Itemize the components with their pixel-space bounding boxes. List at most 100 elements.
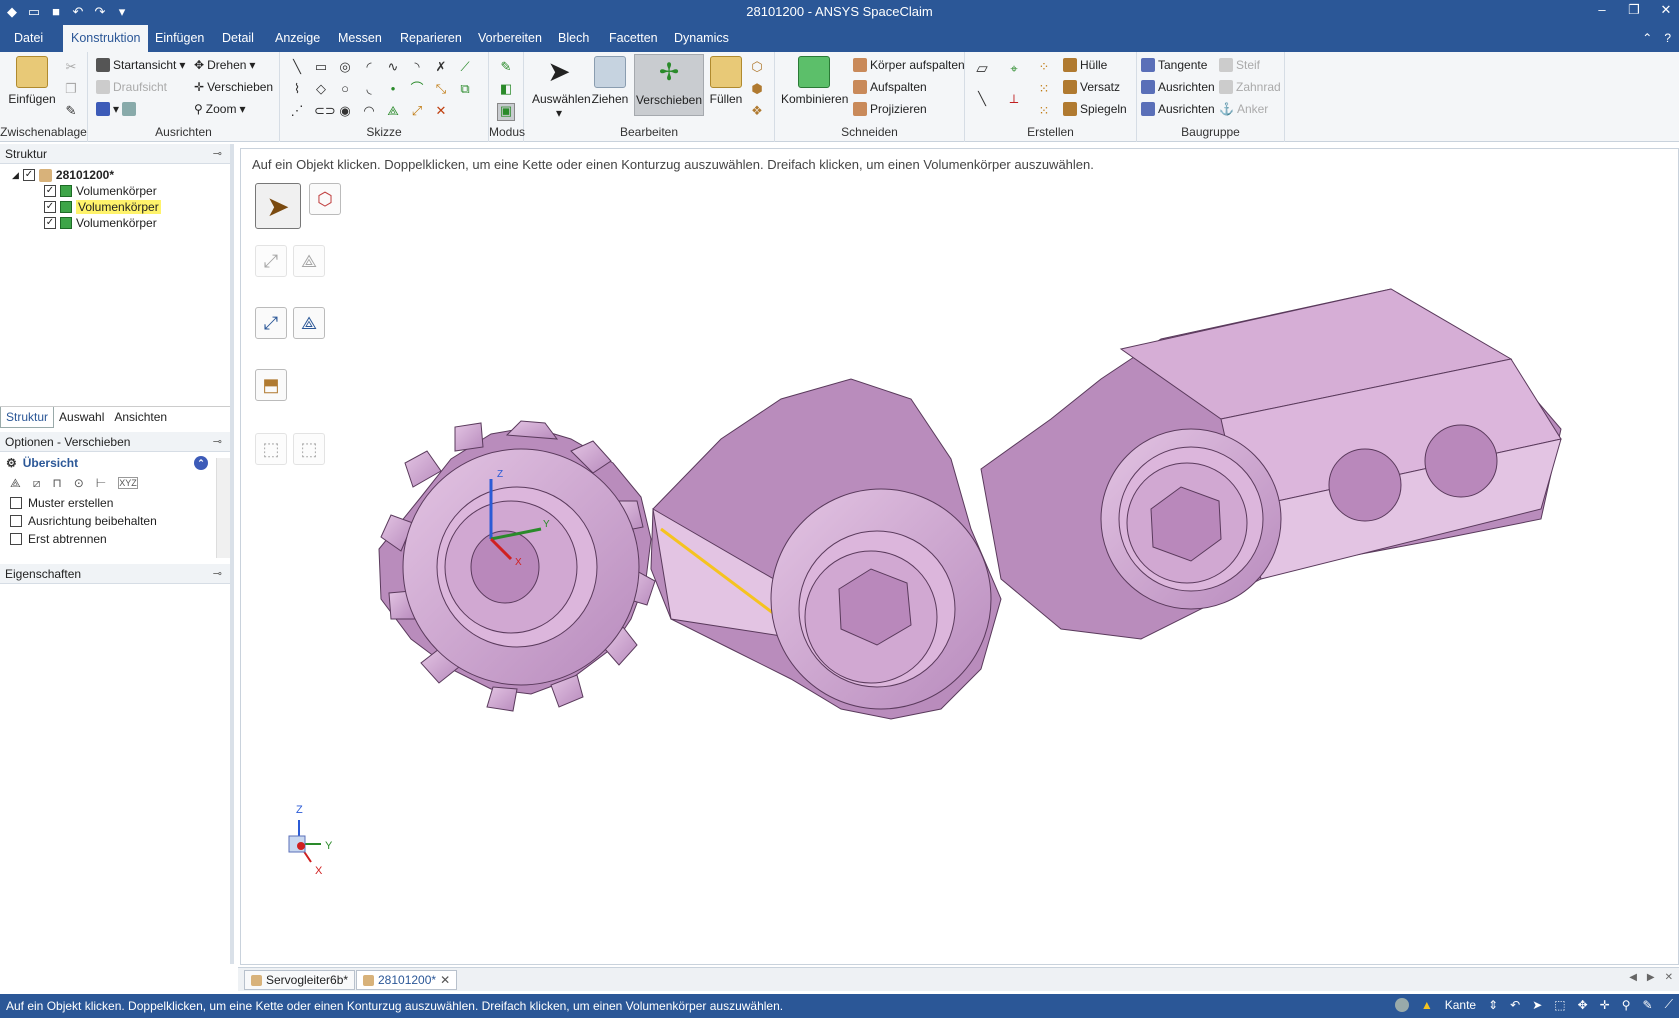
option-create-pattern[interactable]: Muster erstellen bbox=[0, 494, 230, 512]
construction-line-icon[interactable]: ⋰ bbox=[290, 104, 304, 118]
pin-icon[interactable]: ⊸ bbox=[213, 144, 222, 164]
pull-button[interactable]: Ziehen bbox=[588, 56, 632, 106]
sketch-status-icon[interactable]: ⟋ bbox=[1665, 997, 1673, 1012]
project-button[interactable]: Projizieren bbox=[853, 102, 927, 116]
dimension-tool-icon[interactable]: ⊢ bbox=[96, 476, 106, 490]
tree-item[interactable]: ✓ Volumenkörper bbox=[44, 184, 157, 198]
spin-status-icon[interactable]: ✥ bbox=[1578, 998, 1588, 1012]
spline-icon[interactable]: ∿ bbox=[386, 60, 400, 74]
align-button-1[interactable]: Ausrichten bbox=[1141, 80, 1215, 94]
line-icon[interactable]: ╲ bbox=[290, 60, 304, 74]
close-tab-icon[interactable]: ✕ bbox=[440, 970, 450, 990]
item-checkbox[interactable]: ✓ bbox=[44, 185, 56, 197]
fill-button[interactable]: Füllen bbox=[706, 56, 746, 106]
trim-icon[interactable]: ✗ bbox=[434, 60, 448, 74]
xyz-tool-icon[interactable]: XYZ bbox=[118, 477, 138, 489]
3d-mode-icon[interactable]: ▣ bbox=[497, 103, 515, 121]
zoom-button[interactable]: ⚲ Zoom ▾ bbox=[194, 102, 246, 116]
spin-button[interactable]: ✥ Drehen ▾ bbox=[194, 58, 255, 72]
tab-dynamics[interactable]: Dynamics bbox=[666, 25, 737, 52]
anchor-tool-icon[interactable]: ⟁ bbox=[10, 476, 21, 491]
replace-icon[interactable]: ⬢ bbox=[750, 82, 764, 96]
tangent-arc-icon[interactable]: ◠ bbox=[362, 104, 376, 118]
arc-icon[interactable]: ◜ bbox=[362, 60, 376, 74]
format-painter-icon[interactable]: ✎ bbox=[64, 104, 78, 118]
tab-ansichten[interactable]: Ansichten bbox=[109, 407, 172, 428]
grid-pattern-icon[interactable]: ⁙ bbox=[1037, 104, 1051, 118]
tab-reparieren[interactable]: Reparieren bbox=[392, 25, 470, 52]
undo-status-icon[interactable]: ↶ bbox=[1510, 998, 1520, 1012]
linear-pattern-icon[interactable]: ⁙ bbox=[1037, 82, 1051, 96]
box-select-icon[interactable]: ⬚ bbox=[1554, 998, 1565, 1012]
option-detach-first[interactable]: Erst abtrennen bbox=[0, 530, 230, 548]
pen-icon[interactable]: ✎ bbox=[1643, 998, 1653, 1012]
pin-icon[interactable]: ⊸ bbox=[213, 564, 222, 584]
align-button-2[interactable]: Ausrichten bbox=[1141, 102, 1215, 116]
pin-icon[interactable]: ⊸ bbox=[213, 432, 222, 452]
three-point-arc-icon[interactable]: ◟ bbox=[362, 82, 376, 96]
sketch-mode-icon[interactable]: ✎ bbox=[499, 60, 513, 74]
split-button[interactable]: Aufspalten bbox=[853, 80, 927, 94]
select-button[interactable]: ➤ Auswählen ▾ bbox=[532, 56, 591, 120]
item-checkbox[interactable]: ✓ bbox=[44, 217, 56, 229]
close-all-icon[interactable]: ✕ bbox=[1665, 972, 1673, 983]
design-canvas[interactable]: Auf ein Objekt klicken. Doppelklicken, u… bbox=[240, 148, 1679, 965]
pointer-icon[interactable]: ➤ bbox=[1532, 998, 1542, 1012]
rectangle-icon[interactable]: ▭ bbox=[314, 60, 328, 74]
shell-button[interactable]: Hülle bbox=[1063, 58, 1107, 72]
ellipse-icon[interactable]: ○ bbox=[338, 82, 352, 96]
gear-button[interactable]: Zahnrad bbox=[1219, 80, 1281, 94]
blend-icon[interactable]: ⬡ bbox=[750, 60, 764, 74]
scroll-right-icon[interactable]: ▶ bbox=[1647, 972, 1655, 983]
minimize-icon[interactable]: – bbox=[1595, 2, 1609, 18]
point-icon[interactable]: • bbox=[386, 82, 400, 96]
tree-item[interactable]: ✓ Volumenkörper bbox=[44, 216, 157, 230]
three-point-circle-icon[interactable]: ◉ bbox=[338, 104, 352, 118]
select-mode-icon[interactable]: ⇕ bbox=[1488, 998, 1498, 1012]
scroll-left-icon[interactable]: ◀ bbox=[1629, 972, 1637, 983]
offset-button[interactable]: Versatz bbox=[1063, 80, 1120, 94]
option-keep-orientation[interactable]: Ausrichtung beibehalten bbox=[0, 512, 230, 530]
selection-filter[interactable]: Kante bbox=[1445, 998, 1476, 1012]
tangent-line-icon[interactable]: ⟋ bbox=[458, 60, 472, 74]
collapse-icon[interactable]: ◢ bbox=[12, 170, 19, 181]
tangent-button[interactable]: Tangente bbox=[1141, 58, 1207, 72]
project-icon[interactable]: ⧉ bbox=[458, 82, 472, 96]
orient-tool-icon[interactable]: ⊙ bbox=[74, 476, 84, 490]
tab-einfuegen[interactable]: Einfügen bbox=[147, 25, 212, 52]
options-scrollbar[interactable] bbox=[216, 458, 230, 558]
split-curve-icon[interactable]: ✕ bbox=[434, 104, 448, 118]
help-icon[interactable]: ? bbox=[1664, 31, 1671, 45]
warning-icon[interactable]: ▲ bbox=[1421, 998, 1433, 1012]
ruler-tool-icon[interactable]: ⧄ bbox=[33, 476, 41, 491]
fillet-icon[interactable]: ⤡ bbox=[434, 82, 448, 96]
point-create-icon[interactable]: ⁘ bbox=[1037, 60, 1051, 74]
doc-tab-servogleiter[interactable]: Servogleiter6b* bbox=[244, 970, 356, 990]
polygon-icon[interactable]: ◇ bbox=[314, 82, 328, 96]
rigid-button[interactable]: Steif bbox=[1219, 58, 1260, 72]
tree-root[interactable]: ◢ ✓ 28101200* bbox=[12, 168, 114, 182]
collapse-section-icon[interactable]: ⌃ bbox=[194, 456, 208, 470]
polyline-icon[interactable]: ⌇ bbox=[290, 82, 304, 96]
gear-part-2[interactable] bbox=[650, 378, 1002, 720]
tab-blech[interactable]: Blech bbox=[550, 25, 597, 52]
circle-icon[interactable]: ◎ bbox=[338, 60, 352, 74]
plane-icon[interactable]: ▱ bbox=[975, 61, 989, 76]
tab-detail[interactable]: Detail bbox=[214, 25, 262, 52]
view-cube-button[interactable]: ▾ bbox=[96, 102, 137, 116]
tab-struktur[interactable]: Struktur bbox=[0, 407, 55, 428]
tab-messen[interactable]: Messen bbox=[330, 25, 390, 52]
tab-facetten[interactable]: Facetten bbox=[601, 25, 666, 52]
up-to-icon[interactable]: ⊓ bbox=[52, 476, 61, 490]
collapse-ribbon-icon[interactable]: ⌃ bbox=[1642, 31, 1652, 45]
combine-button[interactable]: Kombinieren bbox=[781, 56, 848, 106]
tree-item[interactable]: ✓ Volumenkörper bbox=[44, 200, 161, 214]
top-view-button[interactable]: Draufsicht bbox=[96, 80, 167, 94]
pan-button[interactable]: ✛ Verschieben bbox=[194, 80, 273, 94]
line-create-icon[interactable]: ╲ bbox=[975, 92, 989, 106]
bracket-part[interactable] bbox=[980, 288, 1562, 640]
overview-section[interactable]: ⚙ Übersicht ⌃ bbox=[0, 454, 230, 472]
restore-icon[interactable]: ❐ bbox=[1627, 2, 1641, 18]
anchor-button[interactable]: ⚓ Anker bbox=[1219, 102, 1268, 116]
item-checkbox[interactable]: ✓ bbox=[44, 201, 56, 213]
